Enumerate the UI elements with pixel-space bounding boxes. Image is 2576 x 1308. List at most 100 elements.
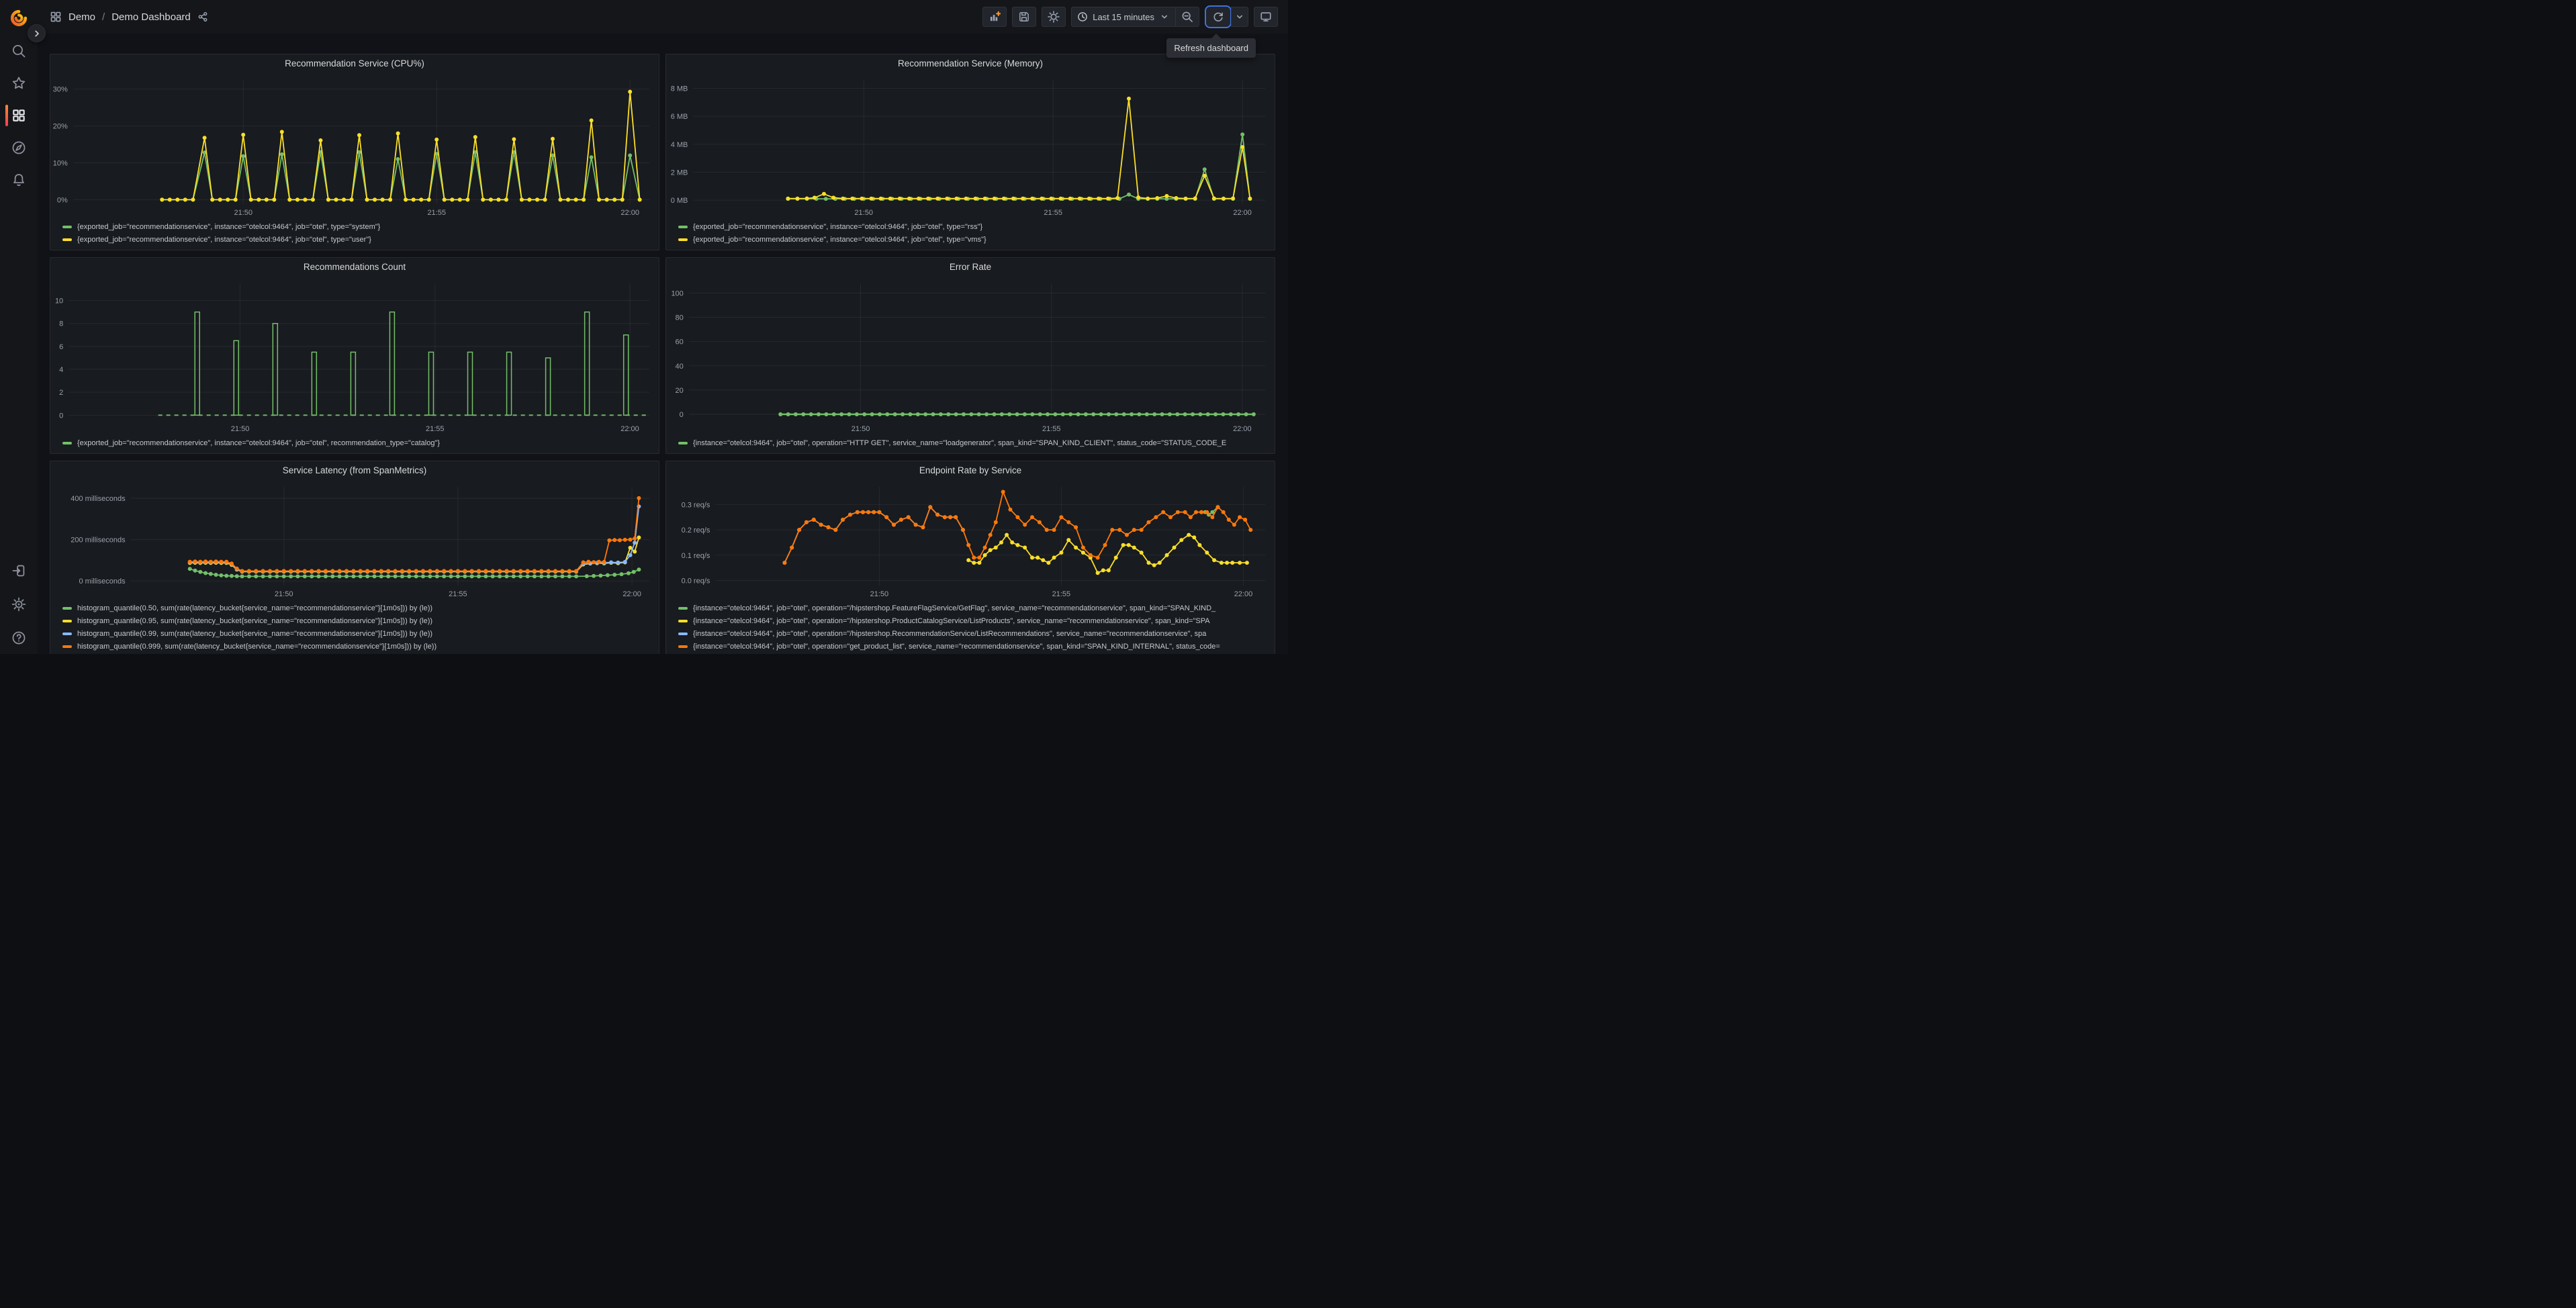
svg-text:21:55: 21:55 — [427, 209, 446, 217]
legend-item[interactable]: histogram_quantile(0.95, sum(rate(latenc… — [62, 614, 653, 627]
sidebar-item-sign-in[interactable] — [0, 563, 38, 579]
chart-recommendation-cpu[interactable]: 0% 10% 20% 30% 21:50 21:55 22:00 — [50, 73, 659, 219]
panel-endpoint-rate: Endpoint Rate by Service 0.0 req/s 0.1 re… — [665, 461, 1275, 654]
compass-icon — [12, 141, 26, 154]
chart-endpoint-rate[interactable]: 0.0 req/s 0.1 req/s 0.2 req/s 0.3 req/s 21:5… — [666, 480, 1275, 600]
panel-title[interactable]: Endpoint Rate by Service — [666, 461, 1275, 480]
legend-item[interactable]: histogram_quantile(0.999, sum(rate(laten… — [62, 640, 653, 653]
svg-text:21:55: 21:55 — [1052, 590, 1071, 598]
sidebar-item-explore[interactable] — [0, 140, 38, 156]
gear-icon — [11, 597, 26, 612]
sign-in-icon — [12, 565, 25, 577]
legend-swatch — [678, 441, 688, 445]
dashboard-settings-button[interactable] — [1042, 7, 1066, 27]
legend-swatch — [678, 619, 688, 622]
panel-title[interactable]: Error Rate — [666, 258, 1275, 277]
sidebar — [0, 0, 38, 654]
save-dashboard-button[interactable] — [1012, 7, 1037, 27]
sidebar-item-help[interactable] — [0, 630, 38, 646]
chevron-right-icon — [34, 30, 39, 36]
svg-text:0: 0 — [680, 411, 684, 419]
panel-title[interactable]: Recommendations Count — [50, 258, 659, 277]
add-panel-button[interactable] — [982, 7, 1007, 27]
apps-grid-icon[interactable] — [50, 11, 62, 23]
time-range-label: Last 15 minutes — [1093, 11, 1154, 22]
tooltip-arrow — [1211, 33, 1222, 44]
sidebar-item-alerting[interactable] — [0, 172, 38, 188]
legend-item[interactable]: {exported_job="recommendationservice", i… — [678, 233, 1269, 246]
legend-item[interactable]: {instance="otelcol:9464", job="otel", op… — [678, 614, 1269, 627]
svg-text:21:50: 21:50 — [854, 209, 873, 217]
svg-text:21:55: 21:55 — [426, 425, 445, 433]
legend-swatch — [62, 441, 72, 445]
legend: histogram_quantile(0.50, sum(rate(latenc… — [50, 600, 659, 654]
legend-item[interactable]: histogram_quantile(0.99, sum(rate(latenc… — [62, 627, 653, 640]
svg-text:20%: 20% — [53, 123, 68, 131]
svg-text:21:50: 21:50 — [852, 425, 870, 433]
svg-text:0: 0 — [59, 412, 63, 420]
cycle-view-mode-button[interactable] — [1254, 7, 1278, 27]
legend-item[interactable]: {exported_job="recommendationservice", i… — [62, 220, 653, 233]
legend: {instance="otelcol:9464", job="otel", op… — [666, 600, 1275, 654]
legend-label: {instance="otelcol:9464", job="otel", op… — [693, 604, 1216, 612]
svg-text:22:00: 22:00 — [620, 425, 639, 433]
chart-recommendations-count[interactable]: 0 2 4 6 8 10 21:50 21:55 22:00 — [50, 277, 659, 435]
svg-text:0%: 0% — [57, 196, 68, 204]
svg-text:2 MB: 2 MB — [671, 169, 688, 177]
chart-error-rate[interactable]: 0 20 40 60 80 100 21:50 21:55 22:00 — [666, 277, 1275, 435]
svg-text:6: 6 — [59, 343, 63, 351]
refresh-group — [1205, 5, 1248, 28]
svg-text:22:00: 22:00 — [1233, 209, 1252, 217]
zoom-out-time-range-button[interactable] — [1175, 7, 1199, 27]
legend-label: {exported_job="recommendationservice", i… — [77, 438, 441, 447]
legend-item[interactable]: {instance="otelcol:9464", job="otel", op… — [678, 640, 1269, 653]
panel-service-latency: Service Latency (from SpanMetrics) 0 mil… — [50, 461, 659, 654]
panel-title[interactable]: Service Latency (from SpanMetrics) — [50, 461, 659, 480]
legend-label: {instance="otelcol:9464", job="otel", op… — [693, 642, 1220, 651]
legend-item[interactable]: {instance="otelcol:9464", job="otel", op… — [678, 602, 1269, 614]
sidebar-item-starred[interactable] — [0, 75, 38, 91]
refresh-interval-picker[interactable] — [1231, 7, 1248, 27]
breadcrumb-current[interactable]: Demo Dashboard — [111, 11, 191, 23]
svg-text:8: 8 — [59, 320, 63, 328]
panel-recommendation-memory: Recommendation Service (Memory) 0 MB 2 MB… — [665, 54, 1275, 250]
legend-item[interactable]: {instance="otelcol:9464", job="otel", op… — [678, 436, 1269, 449]
svg-text:0 MB: 0 MB — [671, 197, 688, 205]
sidebar-bottom-group — [0, 563, 38, 646]
svg-text:21:50: 21:50 — [275, 590, 293, 598]
chart-recommendation-memory[interactable]: 0 MB 2 MB 4 MB 6 MB 8 MB 21:50 21:55 22:00 — [666, 73, 1275, 219]
legend-item[interactable]: {exported_job="recommendationservice", i… — [62, 233, 653, 246]
bell-icon — [13, 174, 24, 187]
sidebar-item-configuration[interactable] — [0, 596, 38, 612]
svg-text:8 MB: 8 MB — [671, 85, 688, 93]
legend-item[interactable]: {instance="otelcol:9464", job="otel", op… — [678, 627, 1269, 640]
legend-item[interactable]: histogram_quantile(0.50, sum(rate(latenc… — [62, 602, 653, 614]
legend-label: histogram_quantile(0.999, sum(rate(laten… — [77, 642, 437, 651]
grafana-logo[interactable] — [9, 8, 29, 28]
legend-swatch — [678, 632, 688, 635]
refresh-dashboard-button[interactable] — [1205, 5, 1232, 28]
svg-text:22:00: 22:00 — [623, 590, 641, 598]
legend-label: histogram_quantile(0.50, sum(rate(latenc… — [77, 604, 433, 612]
svg-text:4 MB: 4 MB — [671, 141, 688, 149]
svg-text:20: 20 — [676, 387, 684, 395]
legend: {exported_job="recommendationservice", i… — [50, 435, 659, 453]
sidebar-item-dashboards[interactable] — [0, 105, 38, 126]
legend-swatch — [678, 645, 688, 648]
legend-item[interactable]: {exported_job="recommendationservice", i… — [62, 436, 653, 449]
star-icon — [12, 77, 26, 89]
sidebar-item-search[interactable] — [0, 43, 38, 59]
time-range-picker[interactable]: Last 15 minutes — [1071, 7, 1176, 27]
legend: {exported_job="recommendationservice", i… — [666, 219, 1275, 250]
dashboards-icon — [13, 109, 25, 122]
share-icon[interactable] — [197, 11, 208, 22]
breadcrumb-root[interactable]: Demo — [68, 11, 95, 23]
chart-service-latency[interactable]: 0 milliseconds 200 milliseconds 400 millis… — [50, 480, 659, 600]
legend-label: {instance="otelcol:9464", job="otel", op… — [693, 616, 1210, 625]
legend-item[interactable]: {exported_job="recommendationservice", i… — [678, 220, 1269, 233]
panel-title[interactable]: Recommendation Service (CPU%) — [50, 54, 659, 73]
legend: {instance="otelcol:9464", job="otel", op… — [666, 435, 1275, 453]
svg-text:4: 4 — [59, 366, 63, 374]
svg-text:21:50: 21:50 — [234, 209, 252, 217]
sidebar-expand-button[interactable] — [28, 24, 46, 42]
